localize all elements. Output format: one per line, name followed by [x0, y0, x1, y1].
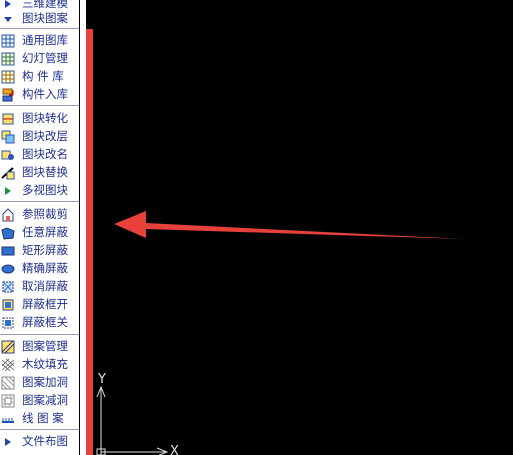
red-arrow-icon	[114, 211, 463, 239]
ucs-x-label: X	[170, 444, 179, 455]
ucs-axis-icon	[96, 385, 169, 455]
drawing-canvas-overlay: Y X	[96, 211, 463, 455]
ucs-y-label: Y	[97, 372, 106, 387]
